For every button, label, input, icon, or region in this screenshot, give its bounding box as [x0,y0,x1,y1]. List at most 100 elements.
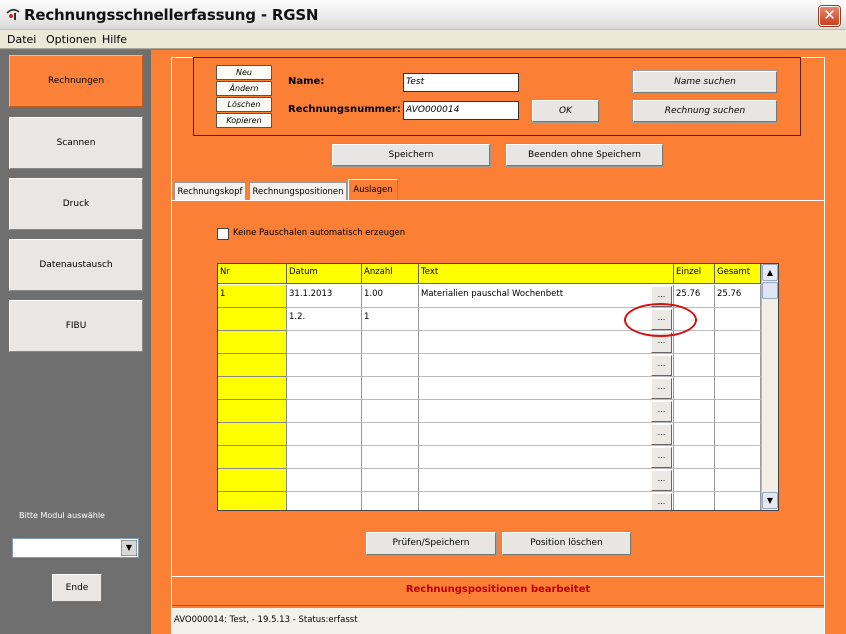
cell-nr[interactable] [218,492,287,510]
cell-text[interactable] [419,446,674,469]
name-field[interactable]: Test [403,73,519,92]
cell-gesamt[interactable] [715,423,761,446]
cell-text[interactable] [419,331,674,354]
cell-anzahl[interactable] [362,492,419,510]
text-lookup-button[interactable]: ... [651,493,672,510]
cell-anzahl[interactable] [362,354,419,377]
pruefen-speichern-button[interactable]: Prüfen/Speichern [366,532,496,555]
close-icon[interactable]: ✕ [819,6,840,26]
cell-anzahl[interactable] [362,423,419,446]
cell-anzahl[interactable] [362,469,419,492]
cell-datum[interactable] [287,446,362,469]
cell-nr[interactable] [218,354,287,377]
nav-datenaustausch-button[interactable]: Datenaustausch [9,239,143,291]
cell-text[interactable]: Materialien pauschal Wochenbett [419,285,674,308]
cell-gesamt[interactable] [715,377,761,400]
cell-anzahl[interactable] [362,400,419,423]
cell-nr[interactable] [218,469,287,492]
cell-datum[interactable] [287,469,362,492]
cell-datum[interactable] [287,492,362,510]
speichern-button[interactable]: Speichern [332,144,490,166]
cell-text[interactable] [419,423,674,446]
cell-nr[interactable] [218,400,287,423]
cell-text[interactable] [419,377,674,400]
cell-gesamt[interactable] [715,469,761,492]
cell-einzel[interactable] [674,354,715,377]
menu-optionen[interactable]: Optionen [46,33,96,46]
cell-anzahl[interactable] [362,331,419,354]
aendern-button[interactable]: Ändern [216,81,272,96]
text-lookup-button[interactable]: ... [651,447,672,468]
cell-einzel[interactable]: 25.76 [674,285,715,308]
kopieren-button[interactable]: Kopieren [216,113,272,128]
cell-text[interactable] [419,400,674,423]
grid-vertical-scrollbar[interactable]: ▲ ▼ [761,264,778,510]
ende-button[interactable]: Ende [52,574,102,602]
chevron-down-icon[interactable]: ▼ [121,540,137,556]
cell-einzel[interactable] [674,400,715,423]
cell-anzahl[interactable]: 1 [362,308,419,331]
cell-anzahl[interactable] [362,446,419,469]
cell-gesamt[interactable] [715,492,761,510]
cell-datum[interactable] [287,400,362,423]
text-lookup-button[interactable]: ... [651,355,672,376]
cell-text[interactable] [419,469,674,492]
position-loeschen-button[interactable]: Position löschen [502,532,631,555]
cell-anzahl[interactable] [362,377,419,400]
cell-einzel[interactable] [674,377,715,400]
ok-button[interactable]: OK [532,100,599,122]
cell-nr[interactable] [218,308,287,331]
neu-button[interactable]: Neu [216,65,272,80]
beenden-ohne-speichern-button[interactable]: Beenden ohne Speichern [506,144,663,166]
menu-datei[interactable]: Datei [7,33,36,46]
nav-fibu-button[interactable]: FIBU [9,300,143,352]
cell-nr[interactable] [218,331,287,354]
loeschen-button[interactable]: Löschen [216,97,272,112]
nav-scannen-button[interactable]: Scannen [9,117,143,169]
rechnung-suchen-button[interactable]: Rechnung suchen [633,100,777,122]
cell-gesamt[interactable]: 25.76 [715,285,761,308]
rechnungsnummer-field[interactable]: AVO000014 [403,101,519,120]
cell-einzel[interactable] [674,492,715,510]
tab-auslagen[interactable]: Auslagen [348,179,398,201]
cell-gesamt[interactable] [715,308,761,331]
cell-datum[interactable] [287,423,362,446]
keine-pauschalen-checkbox[interactable] [217,228,229,240]
cell-einzel[interactable] [674,469,715,492]
cell-text[interactable] [419,354,674,377]
scroll-thumb[interactable] [762,282,778,299]
cell-datum[interactable]: 1.2. [287,308,362,331]
cell-nr[interactable] [218,377,287,400]
cell-einzel[interactable] [674,331,715,354]
menu-bar: Datei Optionen Hilfe [0,30,846,49]
text-lookup-button[interactable]: ... [651,378,672,399]
cell-einzel[interactable] [674,446,715,469]
cell-datum[interactable] [287,377,362,400]
cell-nr[interactable] [218,423,287,446]
cell-gesamt[interactable] [715,331,761,354]
text-lookup-button[interactable]: ... [651,401,672,422]
menu-hilfe[interactable]: Hilfe [102,33,127,46]
scroll-up-icon[interactable]: ▲ [762,264,778,281]
nav-druck-button[interactable]: Druck [9,178,143,230]
tab-rechnungspositionen[interactable]: Rechnungspositionen [249,182,347,201]
cell-anzahl[interactable]: 1.00 [362,285,419,308]
name-suchen-button[interactable]: Name suchen [633,71,777,93]
cell-gesamt[interactable] [715,400,761,423]
cell-gesamt[interactable] [715,446,761,469]
text-lookup-button[interactable]: ... [651,470,672,491]
scroll-down-icon[interactable]: ▼ [762,492,778,509]
cell-einzel[interactable] [674,423,715,446]
module-select[interactable]: ▼ [12,538,139,558]
cell-text[interactable] [419,492,674,510]
cell-gesamt[interactable] [715,354,761,377]
cell-datum[interactable] [287,331,362,354]
window-title: Rechnungsschnellerfassung - RGSN [24,6,319,24]
cell-nr[interactable]: 1 [218,285,287,308]
tab-rechnungskopf[interactable]: Rechnungskopf [174,182,246,201]
cell-datum[interactable] [287,354,362,377]
nav-rechnungen-button[interactable]: Rechnungen [9,55,143,107]
cell-datum[interactable]: 31.1.2013 [287,285,362,308]
cell-nr[interactable] [218,446,287,469]
text-lookup-button[interactable]: ... [651,424,672,445]
